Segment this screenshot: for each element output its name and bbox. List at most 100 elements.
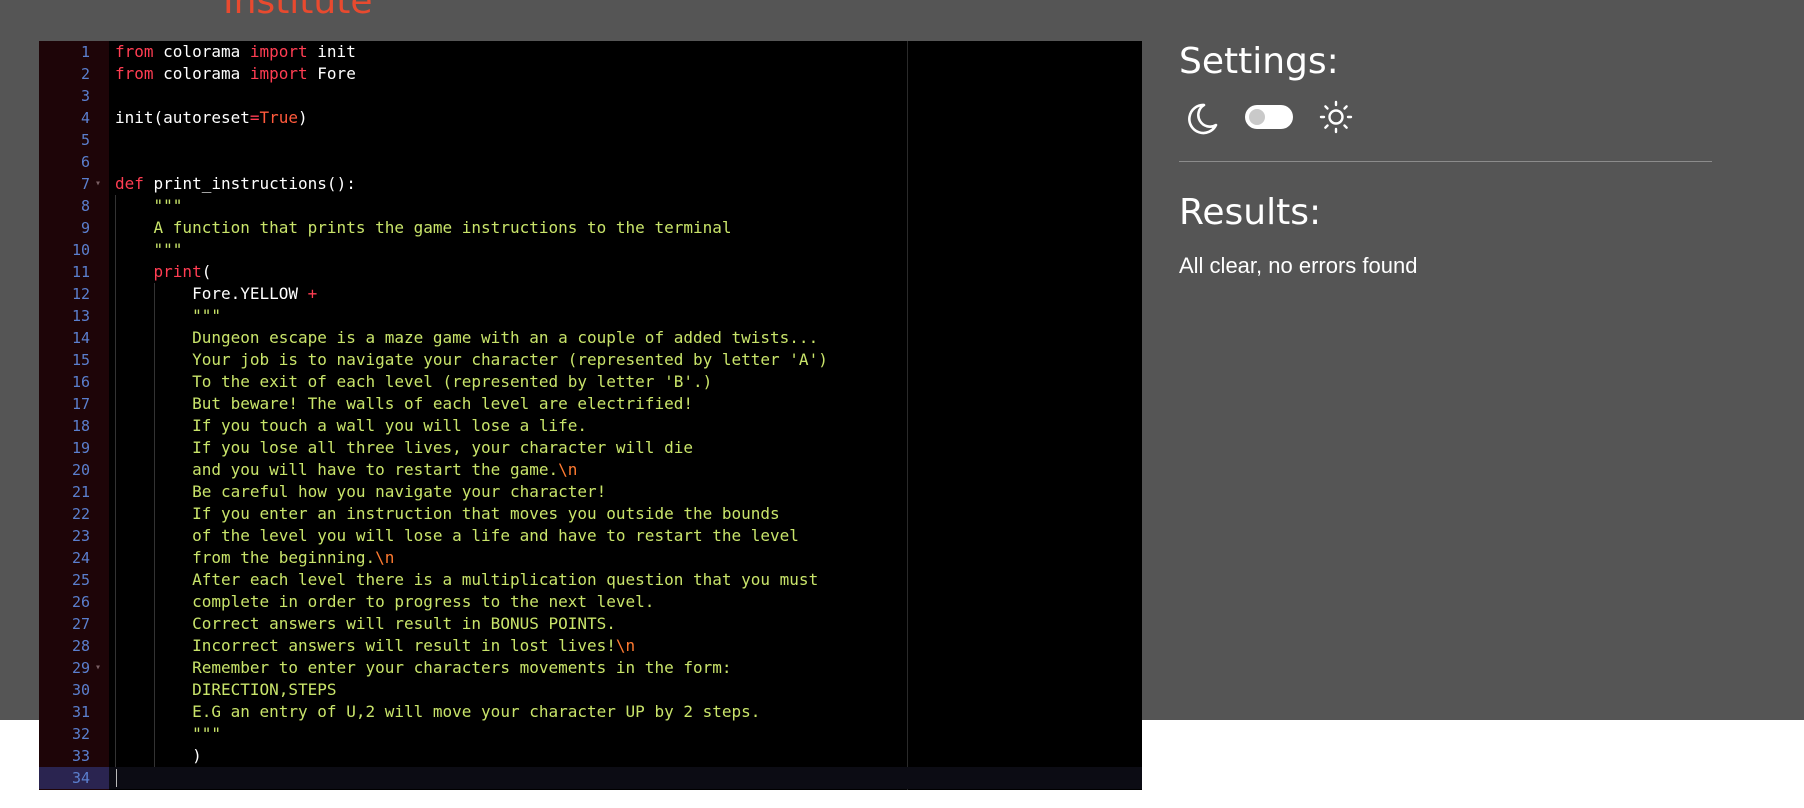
code-line[interactable]: 10 """ xyxy=(39,239,1142,261)
code-token: init xyxy=(307,42,356,61)
sun-icon xyxy=(1319,100,1353,134)
code-text: After each level there is a multiplicati… xyxy=(115,569,818,591)
code-token: \n xyxy=(375,548,395,567)
code-token: \n xyxy=(558,460,578,479)
line-number: 15 xyxy=(71,351,90,369)
code-token: """ xyxy=(115,306,221,325)
code-token: from xyxy=(115,42,154,61)
code-line[interactable]: 11 print( xyxy=(39,261,1142,283)
code-token: + xyxy=(307,284,318,303)
code-token: print_instructions(): xyxy=(143,174,356,193)
code-line[interactable]: 5 xyxy=(39,129,1142,151)
code-line[interactable]: 29 ▾ Remember to enter your characters mo… xyxy=(39,657,1142,679)
line-number: 28 xyxy=(71,637,90,655)
line-number: 25 xyxy=(71,571,90,589)
code-line[interactable]: 31 E.G an entry of U,2 will move your ch… xyxy=(39,701,1142,723)
code-line[interactable]: 30 DIRECTION,STEPS xyxy=(39,679,1142,701)
code-token: of the level you will lose a life and ha… xyxy=(115,526,799,545)
code-text: from colorama import init xyxy=(115,41,356,63)
code-token: Fore.YELLOW xyxy=(115,284,308,303)
code-text: Correct answers will result in BONUS POI… xyxy=(115,613,616,635)
code-line[interactable]: 32 """ xyxy=(39,723,1142,745)
code-line[interactable]: 25 After each level there is a multiplic… xyxy=(39,569,1142,591)
line-number: 30 xyxy=(71,681,90,699)
code-text: Incorrect answers will result in lost li… xyxy=(115,635,635,657)
line-number: 20 xyxy=(71,461,90,479)
code-line[interactable]: 20 and you will have to restart the game… xyxy=(39,459,1142,481)
code-token: colorama xyxy=(153,64,250,83)
code-line[interactable]: 1 from colorama import init xyxy=(39,41,1142,63)
code-token: ) xyxy=(298,108,308,127)
line-number: 29 xyxy=(71,659,90,677)
code-line[interactable]: 13 """ xyxy=(39,305,1142,327)
line-number: 21 xyxy=(71,483,90,501)
code-token: Be careful how you navigate your charact… xyxy=(115,482,607,501)
code-token: and you will have to restart the game. xyxy=(115,460,559,479)
code-line[interactable]: 19 If you lose all three lives, your cha… xyxy=(39,437,1142,459)
code-token: from xyxy=(115,64,154,83)
line-number: 32 xyxy=(71,725,90,743)
code-line[interactable]: 17 But beware! The walls of each level a… xyxy=(39,393,1142,415)
code-line[interactable]: 4 init(autoreset=True) xyxy=(39,107,1142,129)
code-line[interactable]: 7 ▾ def print_instructions(): xyxy=(39,173,1142,195)
code-line[interactable]: 18 If you touch a wall you will lose a l… xyxy=(39,415,1142,437)
code-line[interactable]: 33 ) xyxy=(39,745,1142,767)
code-line[interactable]: 6 xyxy=(39,151,1142,173)
line-number: 23 xyxy=(71,527,90,545)
code-line[interactable]: 16 To the exit of each level (represente… xyxy=(39,371,1142,393)
code-token: = xyxy=(249,108,260,127)
code-line[interactable]: 24 from the beginning.\n xyxy=(39,547,1142,569)
code-line[interactable]: 2 from colorama import Fore xyxy=(39,63,1142,85)
code-text: of the level you will lose a life and ha… xyxy=(115,525,799,547)
code-token: If you enter an instruction that moves y… xyxy=(115,504,780,523)
theme-toggle[interactable] xyxy=(1245,105,1293,129)
line-number: 31 xyxy=(71,703,90,721)
results-heading: Results: xyxy=(1179,192,1322,233)
code-line[interactable]: 26 complete in order to progress to the … xyxy=(39,591,1142,613)
code-text: Fore.YELLOW + xyxy=(115,283,317,305)
line-number: 16 xyxy=(71,373,90,391)
code-line[interactable]: 23 of the level you will lose a life and… xyxy=(39,525,1142,547)
code-line[interactable]: 15 Your job is to navigate your characte… xyxy=(39,349,1142,371)
line-number: 13 xyxy=(71,307,90,325)
code-text: """ xyxy=(115,305,221,327)
line-number: 17 xyxy=(71,395,90,413)
code-text: A function that prints the game instruct… xyxy=(115,217,732,239)
code-token: colorama xyxy=(153,42,250,61)
code-editor[interactable]: 1 from colorama import init 2 from colorama… xyxy=(39,41,1142,790)
code-token: A function that prints the game instruct… xyxy=(115,218,732,237)
code-line[interactable]: 14 Dungeon escape is a maze game with an… xyxy=(39,327,1142,349)
code-line[interactable]: 8 """ xyxy=(39,195,1142,217)
code-token: If you lose all three lives, your charac… xyxy=(115,438,693,457)
code-text: But beware! The walls of each level are … xyxy=(115,393,693,415)
code-text: from colorama import Fore xyxy=(115,63,356,85)
fold-arrow-icon[interactable]: ▾ xyxy=(95,657,101,679)
code-line[interactable]: 27 Correct answers will result in BONUS … xyxy=(39,613,1142,635)
code-line[interactable]: 12 Fore.YELLOW + xyxy=(39,283,1142,305)
code-token: Remember to enter your characters moveme… xyxy=(115,658,732,677)
fold-arrow-icon[interactable]: ▾ xyxy=(95,173,101,195)
line-number: 3 xyxy=(80,87,90,105)
code-text: def print_instructions(): xyxy=(115,173,356,195)
code-token: import xyxy=(249,42,308,61)
line-number: 14 xyxy=(71,329,90,347)
code-line[interactable]: 28 Incorrect answers will result in lost… xyxy=(39,635,1142,657)
code-line[interactable]: 22 If you enter an instruction that move… xyxy=(39,503,1142,525)
code-line[interactable]: 9 A function that prints the game instru… xyxy=(39,217,1142,239)
code-line[interactable]: 34 xyxy=(39,767,1142,789)
code-text: E.G an entry of U,2 will move your chara… xyxy=(115,701,760,723)
settings-heading: Settings: xyxy=(1179,41,1339,82)
code-text: init(autoreset=True) xyxy=(115,107,308,129)
code-token: DIRECTION,STEPS xyxy=(115,680,337,699)
code-line[interactable]: 21 Be careful how you navigate your char… xyxy=(39,481,1142,503)
code-text: To the exit of each level (represented b… xyxy=(115,371,712,393)
code-token: Dungeon escape is a maze game with an a … xyxy=(115,328,819,347)
code-text: Be careful how you navigate your charact… xyxy=(115,481,606,503)
code-token: init(autoreset xyxy=(115,108,250,127)
settings-divider xyxy=(1179,161,1712,162)
code-text: If you touch a wall you will lose a life… xyxy=(115,415,587,437)
line-number: 10 xyxy=(71,241,90,259)
code-text: """ xyxy=(115,723,221,745)
code-line[interactable]: 3 xyxy=(39,85,1142,107)
code-token: Your job is to navigate your character (… xyxy=(115,350,828,369)
